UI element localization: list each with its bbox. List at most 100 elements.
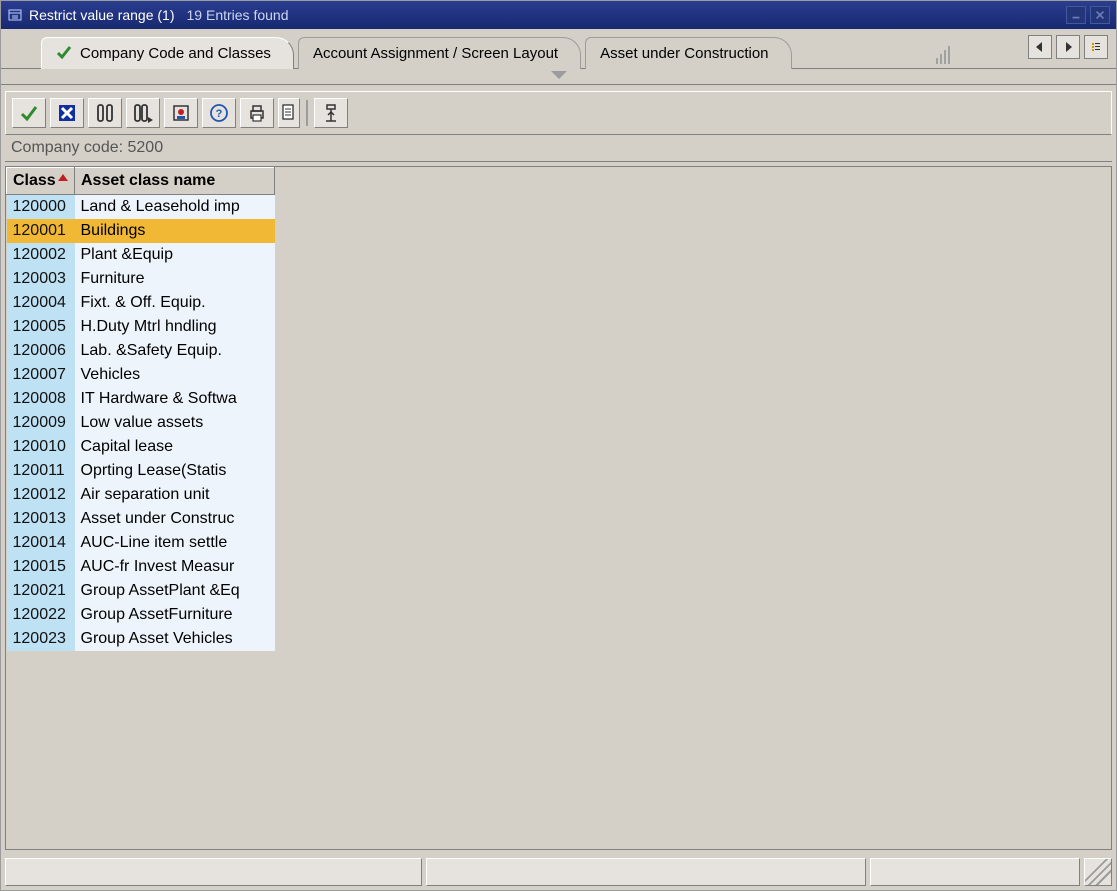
class-cell[interactable]: 120021	[7, 579, 75, 603]
cancel-button[interactable]	[50, 98, 84, 128]
name-cell[interactable]: Low value assets	[75, 411, 275, 435]
name-cell[interactable]: Group AssetFurniture	[75, 603, 275, 627]
column-header-name[interactable]: Asset class name	[75, 168, 275, 195]
name-cell[interactable]: H.Duty Mtrl hndling	[75, 315, 275, 339]
table-row[interactable]: 120006Lab. &Safety Equip.	[7, 339, 275, 363]
class-cell[interactable]: 120010	[7, 435, 75, 459]
table-row[interactable]: 120012Air separation unit	[7, 483, 275, 507]
accept-button[interactable]	[12, 98, 46, 128]
table-row[interactable]: 120009Low value assets	[7, 411, 275, 435]
table-row[interactable]: 120004Fixt. & Off. Equip.	[7, 291, 275, 315]
table-row[interactable]: 120000Land & Leasehold imp	[7, 195, 275, 220]
check-icon	[56, 44, 72, 64]
status-cell	[870, 858, 1080, 886]
name-cell[interactable]: AUC-Line item settle	[75, 531, 275, 555]
class-cell[interactable]: 120015	[7, 555, 75, 579]
column-header-label: Class	[13, 172, 56, 189]
name-cell[interactable]: Buildings	[75, 219, 275, 243]
table-row[interactable]: 120002Plant &Equip	[7, 243, 275, 267]
toolbar-divider	[304, 98, 310, 128]
window-title: Restrict value range (1)	[29, 7, 175, 23]
help-button[interactable]: ?	[202, 98, 236, 128]
name-cell[interactable]: Lab. &Safety Equip.	[75, 339, 275, 363]
name-cell[interactable]: Capital lease	[75, 435, 275, 459]
name-cell[interactable]: Group AssetPlant &Eq	[75, 579, 275, 603]
statusbar	[5, 858, 1112, 886]
table-row[interactable]: 120013Asset under Construc	[7, 507, 275, 531]
tabstrip-separator	[1, 69, 1116, 85]
table-row[interactable]: 120007Vehicles	[7, 363, 275, 387]
window-subtitle: 19 Entries found	[187, 7, 289, 23]
tab-account-assignment[interactable]: Account Assignment / Screen Layout	[298, 37, 581, 69]
class-cell[interactable]: 120006	[7, 339, 75, 363]
class-cell[interactable]: 120008	[7, 387, 75, 411]
minimize-button[interactable]	[1066, 6, 1086, 24]
name-cell[interactable]: Oprting Lease(Statis	[75, 459, 275, 483]
column-header-class[interactable]: Class	[7, 168, 75, 195]
class-cell[interactable]: 120000	[7, 195, 75, 220]
export-button[interactable]	[278, 98, 300, 128]
personal-values-button[interactable]	[164, 98, 198, 128]
tab-list-button[interactable]	[1084, 35, 1108, 59]
print-button[interactable]	[240, 98, 274, 128]
find-button[interactable]	[88, 98, 122, 128]
name-cell[interactable]: Group Asset Vehicles	[75, 627, 275, 651]
tabstrip: Company Code and Classes Account Assignm…	[1, 29, 1116, 69]
table-row[interactable]: 120001Buildings	[7, 219, 275, 243]
class-cell[interactable]: 120012	[7, 483, 75, 507]
tab-scroll-left-button[interactable]	[1028, 35, 1052, 59]
resize-grip[interactable]	[1084, 858, 1112, 886]
tab-scroll-right-button[interactable]	[1056, 35, 1080, 59]
name-cell[interactable]: Air separation unit	[75, 483, 275, 507]
status-cell	[426, 858, 866, 886]
toolbar-container: ?	[5, 91, 1112, 135]
table-row[interactable]: 120015AUC-fr Invest Measur	[7, 555, 275, 579]
class-cell[interactable]: 120004	[7, 291, 75, 315]
class-cell[interactable]: 120014	[7, 531, 75, 555]
table-row[interactable]: 120005H.Duty Mtrl hndling	[7, 315, 275, 339]
table-row[interactable]: 120023Group Asset Vehicles	[7, 627, 275, 651]
table-row[interactable]: 120008IT Hardware & Softwa	[7, 387, 275, 411]
status-cell	[5, 858, 422, 886]
expand-marker-icon[interactable]	[551, 71, 567, 79]
find-next-button[interactable]	[126, 98, 160, 128]
class-cell[interactable]: 120003	[7, 267, 75, 291]
class-cell[interactable]: 120022	[7, 603, 75, 627]
window-icon	[7, 7, 23, 23]
table-row[interactable]: 120011Oprting Lease(Statis	[7, 459, 275, 483]
class-cell[interactable]: 120001	[7, 219, 75, 243]
class-cell[interactable]: 120009	[7, 411, 75, 435]
class-cell[interactable]: 120011	[7, 459, 75, 483]
svg-text:?: ?	[216, 108, 223, 120]
class-cell[interactable]: 120023	[7, 627, 75, 651]
close-button[interactable]	[1090, 6, 1110, 24]
name-cell[interactable]: AUC-fr Invest Measur	[75, 555, 275, 579]
name-cell[interactable]: Furniture	[75, 267, 275, 291]
name-cell[interactable]: Plant &Equip	[75, 243, 275, 267]
result-table[interactable]: Class Asset class name 120000Land & Leas…	[6, 167, 275, 651]
class-cell[interactable]: 120002	[7, 243, 75, 267]
tab-asset-under-construction[interactable]: Asset under Construction	[585, 37, 791, 69]
tab-label: Asset under Construction	[600, 45, 768, 62]
result-table-area: Class Asset class name 120000Land & Leas…	[5, 166, 1112, 850]
table-row[interactable]: 120022Group AssetFurniture	[7, 603, 275, 627]
name-cell[interactable]: Vehicles	[75, 363, 275, 387]
name-cell[interactable]: Land & Leasehold imp	[75, 195, 275, 220]
table-row[interactable]: 120021Group AssetPlant &Eq	[7, 579, 275, 603]
company-code-label: Company code: 5200	[5, 135, 1112, 162]
toolbar: ?	[10, 96, 1107, 130]
class-cell[interactable]: 120013	[7, 507, 75, 531]
table-row[interactable]: 120010Capital lease	[7, 435, 275, 459]
table-row[interactable]: 120003Furniture	[7, 267, 275, 291]
class-cell[interactable]: 120005	[7, 315, 75, 339]
name-cell[interactable]: Asset under Construc	[75, 507, 275, 531]
technical-info-button[interactable]	[314, 98, 348, 128]
name-cell[interactable]: IT Hardware & Softwa	[75, 387, 275, 411]
class-cell[interactable]: 120007	[7, 363, 75, 387]
name-cell[interactable]: Fixt. & Off. Equip.	[75, 291, 275, 315]
tab-label: Company Code and Classes	[80, 45, 271, 62]
table-row[interactable]: 120014AUC-Line item settle	[7, 531, 275, 555]
column-header-label: Asset class name	[81, 172, 215, 189]
titlebar: Restrict value range (1) 19 Entries foun…	[1, 1, 1116, 29]
tab-company-code-classes[interactable]: Company Code and Classes	[41, 37, 294, 69]
